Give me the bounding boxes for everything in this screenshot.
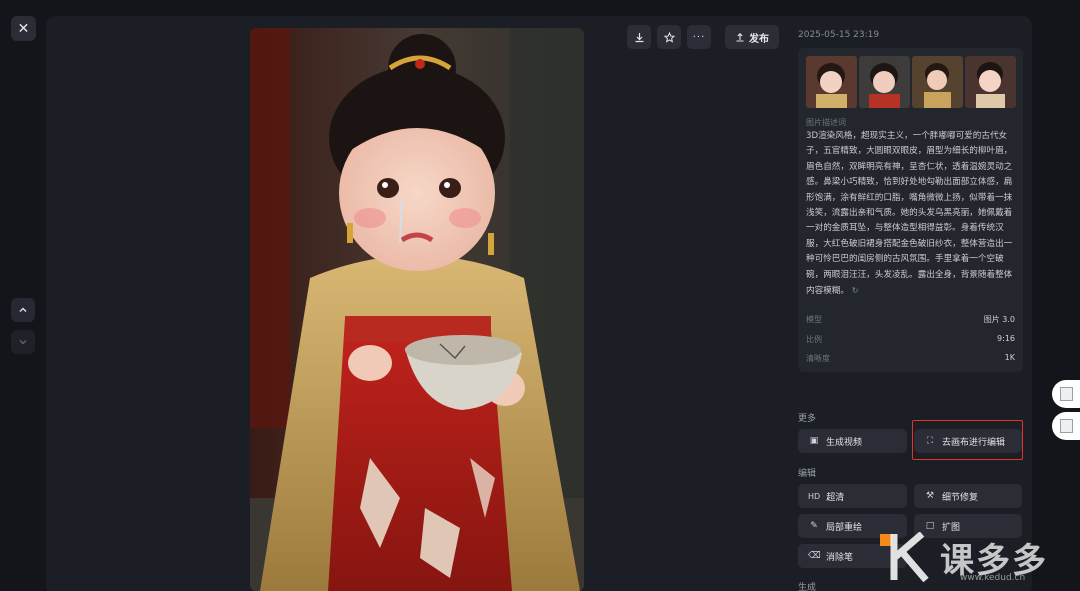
meta-value: 1K: [1004, 353, 1015, 362]
eraser-label: 消除笔: [826, 552, 854, 563]
eraser-icon: ⌫: [808, 551, 821, 561]
previous-image-button[interactable]: [11, 298, 35, 322]
download-icon: [635, 32, 643, 42]
video-icon: ▣: [809, 436, 819, 446]
favorite-button[interactable]: [657, 25, 681, 49]
thumbnail-1[interactable]: [806, 56, 857, 108]
brush-icon: ✎: [810, 521, 818, 531]
thumbnail-2[interactable]: [859, 56, 910, 108]
meta-key: 比例: [806, 335, 822, 344]
upscale-label: 超清: [826, 492, 845, 503]
chevron-up-icon: [19, 307, 27, 313]
float-image-button-2[interactable]: [1052, 412, 1080, 440]
details-card: 图片描述词 3D渲染风格，超现实主义，一个胖嘟嘟可爱的古代女子，五官精致，大圆眼…: [798, 48, 1023, 372]
close-button[interactable]: ✕: [11, 16, 36, 41]
watermark-url: www.kedud.cn: [960, 573, 1026, 583]
publish-label: 发布: [749, 33, 769, 45]
image-icon: [1059, 419, 1073, 433]
publish-button[interactable]: 发布: [725, 25, 779, 49]
next-image-button[interactable]: [11, 330, 35, 354]
prompt-text: 3D渲染风格，超现实主义，一个胖嘟嘟可爱的古代女子，五官精致，大圆眼双眼皮，眉型…: [806, 129, 1016, 299]
thumbnail-strip: [806, 56, 1016, 108]
expand-label: 扩图: [942, 522, 961, 533]
generation-timestamp: 2025-05-15 23:19: [798, 30, 880, 40]
copy-prompt-icon[interactable]: ↻: [852, 286, 859, 295]
section-edit-title: 编辑: [798, 469, 817, 479]
meta-key: 清晰度: [806, 354, 830, 363]
section-more-title: 更多: [798, 414, 817, 424]
image-icon: [1059, 387, 1073, 401]
wand-icon: ⚒: [925, 491, 935, 501]
more-button[interactable]: ···: [687, 25, 711, 49]
star-icon: [663, 31, 675, 43]
prompt-label: 图片描述词: [806, 118, 846, 127]
meta-value: 9:16: [997, 334, 1015, 343]
generated-image[interactable]: [250, 28, 584, 591]
download-button[interactable]: [627, 25, 651, 49]
section-generate-title: 生成: [798, 583, 817, 591]
meta-resolution: 清晰度 1K: [806, 353, 1015, 364]
meta-key: 模型: [806, 315, 822, 324]
generate-video-label: 生成视频: [826, 437, 863, 448]
highlight-box: [912, 420, 1023, 460]
hd-icon: HD: [808, 491, 821, 501]
generate-video-button[interactable]: ▣ 生成视频: [798, 429, 907, 453]
upscale-button[interactable]: HD 超清: [798, 484, 907, 508]
close-icon: ✕: [17, 20, 30, 37]
meta-value: 图片 3.0: [983, 315, 1015, 324]
meta-ratio: 比例 9:16: [806, 334, 1015, 345]
watermark-logo-icon: [880, 532, 929, 582]
float-image-button-1[interactable]: [1052, 380, 1080, 408]
detail-fix-button[interactable]: ⚒ 细节修复: [914, 484, 1022, 508]
detail-fix-label: 细节修复: [942, 492, 979, 503]
thumbnail-4[interactable]: [965, 56, 1016, 108]
chevron-down-icon: [19, 339, 27, 345]
thumbnail-3[interactable]: [912, 56, 963, 108]
expand-icon: □: [925, 521, 935, 531]
upload-icon: [736, 33, 744, 42]
more-icon: ···: [692, 31, 706, 43]
prompt-body: 3D渲染风格，超现实主义，一个胖嘟嘟可爱的古代女子，五官精致，大圆眼双眼皮，眉型…: [806, 131, 1013, 297]
meta-model: 模型 图片 3.0: [806, 314, 1015, 325]
inpaint-label: 局部重绘: [826, 522, 863, 533]
